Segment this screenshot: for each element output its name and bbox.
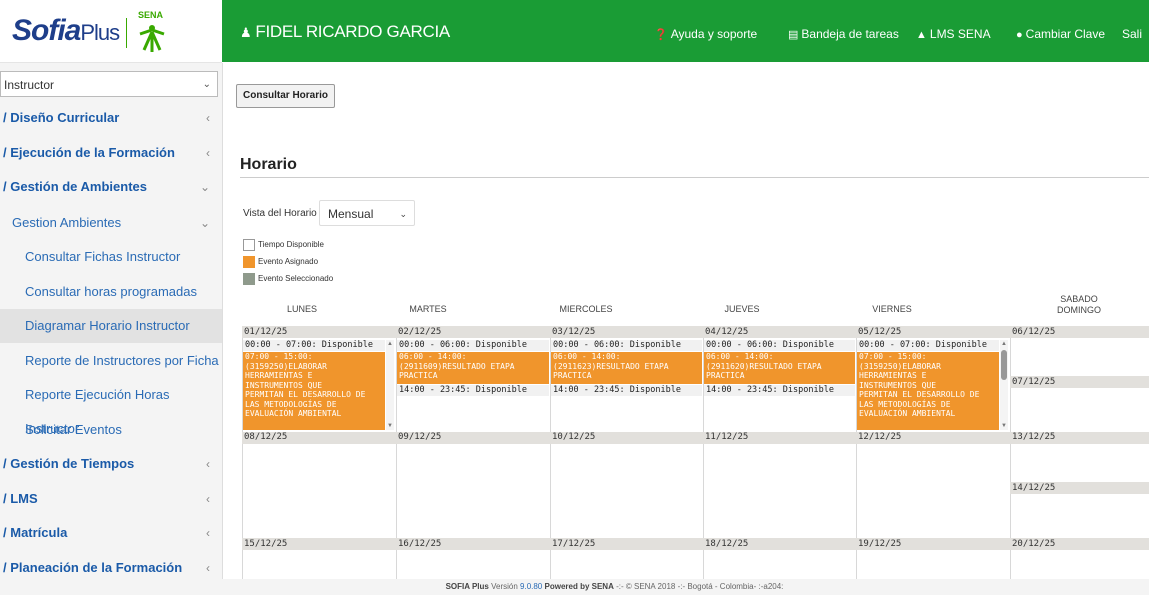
slot-event[interactable]: 06:00 - 14:00: (2911623)RESULTADO ETAPA … — [551, 352, 702, 384]
chevron-down-icon: ⌄ — [399, 209, 407, 219]
date-13-12: 13/12/25 — [1012, 432, 1056, 442]
calendar-grid: 01/12/25 02/12/25 03/12/25 04/12/25 05/1… — [242, 326, 1149, 579]
date-16-12: 16/12/25 — [398, 539, 442, 549]
slot-event[interactable]: 07:00 - 15:00: (3159250)ELABORAR HERRAMI… — [857, 352, 999, 430]
date-02-12: 02/12/25 — [398, 327, 442, 337]
chevron-left-icon: ‹ — [206, 457, 210, 471]
menu-gestion-tiempos[interactable]: / Gestión de Tiempos ‹ — [0, 447, 222, 481]
menu-planeacion[interactable]: / Planeación de la Formación ‹ — [0, 551, 222, 579]
date-03-12: 03/12/25 — [552, 327, 596, 337]
menu-ejecucion-formacion[interactable]: / Ejecución de la Formación ‹ — [0, 136, 222, 170]
legend-available: Tiempo Disponible — [243, 238, 324, 252]
slot-available[interactable]: 14:00 - 23:45: Disponible — [704, 385, 855, 396]
page-title: Horario — [240, 156, 297, 173]
legend-swatch — [243, 255, 255, 268]
logo-area[interactable]: SofiaPlus SENA — [0, 0, 222, 63]
date-01-12: 01/12/25 — [244, 327, 288, 337]
date-12-12: 12/12/25 — [858, 432, 902, 442]
legend-swatch — [243, 238, 255, 251]
menu-diagramar-horario[interactable]: Diagramar Horario Instructor — [0, 309, 222, 343]
day-header-martes: MARTES — [409, 304, 447, 314]
slot-available[interactable]: 00:00 - 06:00: Disponible — [551, 340, 702, 351]
logout-link[interactable]: Sali — [1122, 27, 1142, 41]
task-tray-link[interactable]: ▤ Bandeja de tareas — [788, 27, 899, 41]
slot-available[interactable]: 00:00 - 07:00: Disponible — [857, 340, 999, 351]
legend-assigned: Evento Asignado — [243, 255, 318, 269]
cell-scrollbar[interactable]: ▲ ▼ — [386, 340, 394, 430]
change-password-link[interactable]: ● Cambiar Clave — [1016, 27, 1105, 41]
help-support-link[interactable]: ❓ Ayuda y soporte — [654, 27, 757, 41]
footer: SOFIA Plus Versión 9.0.80 Powered by SEN… — [0, 579, 1149, 595]
chevron-left-icon: ‹ — [206, 146, 210, 160]
logo-divider — [126, 18, 127, 48]
chevron-down-icon: ⌄ — [199, 216, 210, 230]
menu-gestion-ambientes[interactable]: / Gestión de Ambientes ⌄ — [0, 170, 222, 204]
slot-available[interactable]: 14:00 - 23:45: Disponible — [397, 385, 549, 396]
consultar-horario-button[interactable]: Consultar Horario — [236, 84, 336, 108]
vista-label: Vista del Horario — [243, 208, 317, 219]
date-18-12: 18/12/25 — [705, 539, 749, 549]
sidebar: Instructor ⌄ / Diseño Curricular ‹ / Ejecu… — [0, 63, 223, 579]
date-06-12: 06/12/25 — [1012, 327, 1056, 337]
menu-reporte-ejecucion[interactable]: Reporte Ejecución Horas Instructor — [0, 378, 222, 436]
date-04-12: 04/12/25 — [705, 327, 749, 337]
menu-lms[interactable]: / LMS ‹ — [0, 482, 222, 516]
menu-consultar-horas[interactable]: Consultar horas programadas — [0, 275, 222, 309]
slot-available[interactable]: 00:00 - 06:00: Disponible — [704, 340, 855, 351]
user-name[interactable]: ♟ FIDEL RICARDO GARCIA — [240, 22, 450, 42]
slot-event[interactable]: 06:00 - 14:00: (2911620)RESULTADO ETAPA … — [704, 352, 855, 384]
title-divider — [240, 177, 1149, 178]
chevron-left-icon: ‹ — [206, 526, 210, 540]
top-navbar: ♟ FIDEL RICARDO GARCIA ❓ Ayuda y soporte ▤… — [222, 0, 1149, 62]
menu-diseno-curricular[interactable]: / Diseño Curricular ‹ — [0, 101, 222, 135]
main-content: Consultar Horario Horario Vista del Hora… — [230, 70, 1149, 579]
tray-icon: ▤ — [788, 29, 799, 41]
lock-icon: ● — [1016, 29, 1023, 41]
slot-event[interactable]: 06:00 - 14:00: (2911609)RESULTADO ETAPA … — [397, 352, 549, 384]
chevron-down-icon: ⌄ — [202, 79, 211, 90]
legend-selected: Evento Seleccionado — [243, 272, 333, 286]
slot-available[interactable]: 00:00 - 07:00: Disponible — [243, 340, 385, 351]
day-header-viernes: VIERNES — [872, 304, 912, 314]
menu-solicitar-eventos[interactable]: Solicitar Eventos — [0, 413, 222, 447]
graduation-cap-icon: ▲ — [916, 29, 927, 41]
date-05-12: 05/12/25 — [858, 327, 902, 337]
lms-sena-link[interactable]: ▲ LMS SENA — [916, 27, 991, 41]
chevron-left-icon: ‹ — [206, 492, 210, 506]
slot-event[interactable]: 07:00 - 15:00: (3159250)ELABORAR HERRAMI… — [243, 352, 385, 430]
menu-gestion-ambientes-sub[interactable]: Gestion Ambientes ⌄ — [0, 206, 222, 240]
role-select[interactable]: Instructor ⌄ — [0, 71, 218, 97]
date-08-12: 08/12/25 — [244, 432, 288, 442]
chevron-left-icon: ‹ — [206, 111, 210, 125]
date-11-12: 11/12/25 — [705, 432, 749, 442]
menu-reporte-instructores[interactable]: Reporte de Instructores por Ficha — [0, 344, 222, 378]
date-09-12: 09/12/25 — [398, 432, 442, 442]
sena-logo-icon: SENA — [132, 10, 172, 54]
date-14-12: 14/12/25 — [1012, 483, 1056, 493]
legend-swatch — [243, 272, 255, 285]
question-circle-icon: ❓ — [654, 29, 668, 41]
date-19-12: 19/12/25 — [858, 539, 902, 549]
date-20-12: 20/12/25 — [1012, 539, 1056, 549]
date-15-12: 15/12/25 — [244, 539, 288, 549]
menu-matricula[interactable]: / Matrícula ‹ — [0, 516, 222, 550]
menu-consultar-fichas[interactable]: Consultar Fichas Instructor — [0, 240, 222, 274]
chevron-left-icon: ‹ — [206, 561, 210, 575]
date-17-12: 17/12/25 — [552, 539, 596, 549]
sofia-plus-logo: SofiaPlus — [12, 14, 120, 47]
cell-scrollbar[interactable]: ▲ ▼ — [1000, 340, 1008, 430]
slot-available[interactable]: 14:00 - 23:45: Disponible — [551, 385, 702, 396]
day-header-miercoles: MIERCOLES — [559, 304, 613, 314]
user-icon: ♟ — [240, 25, 252, 40]
slot-available[interactable]: 00:00 - 06:00: Disponible — [397, 340, 549, 351]
chevron-down-icon: ⌄ — [199, 180, 210, 194]
day-header-weekend: SABADO DOMINGO — [1057, 294, 1101, 315]
vista-select[interactable]: Mensual ⌄ — [319, 200, 415, 226]
date-07-12: 07/12/25 — [1012, 377, 1056, 387]
day-header-jueves: JUEVES — [724, 304, 760, 314]
date-10-12: 10/12/25 — [552, 432, 596, 442]
